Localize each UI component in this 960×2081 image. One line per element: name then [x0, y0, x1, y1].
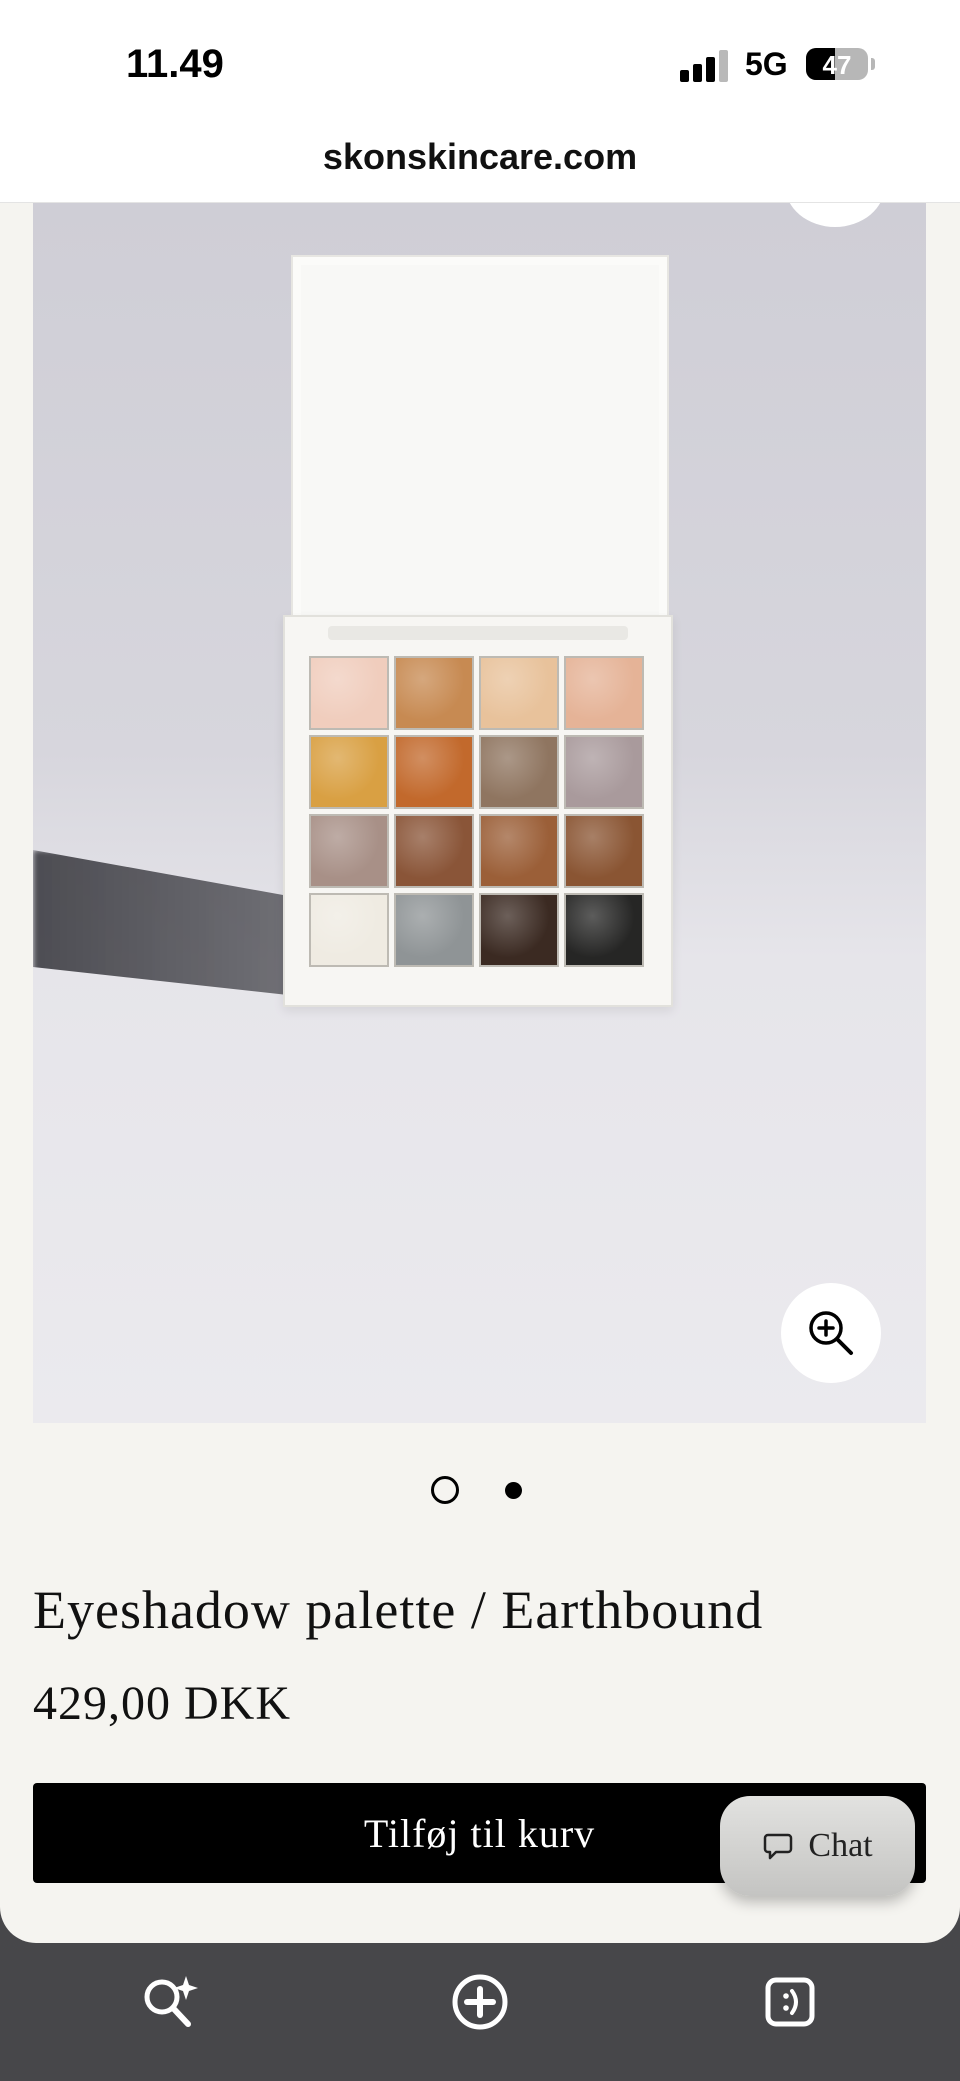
- product-price: 429,00 DKK: [33, 1677, 291, 1730]
- product-page: Eyeshadow palette / Earthbound 429,00 DK…: [0, 203, 960, 1943]
- palette-hinge: [328, 626, 628, 640]
- eyeshadow-pan: [479, 656, 559, 730]
- palette-lid: [291, 255, 669, 631]
- eyeshadow-pan: [309, 893, 389, 967]
- eyeshadow-pan: [394, 656, 474, 730]
- eyeshadow-pan: [394, 893, 474, 967]
- address-bar[interactable]: skonskincare.com: [0, 120, 960, 203]
- search-sparkle-icon: [144, 1976, 198, 2027]
- eyeshadow-pan: [564, 735, 644, 809]
- eyeshadow-pan: [564, 656, 644, 730]
- carousel-indicators: [0, 1473, 960, 1513]
- eyeshadow-pan: [309, 814, 389, 888]
- network-type: 5G: [745, 46, 788, 82]
- carousel-dot-2-active[interactable]: [505, 1482, 522, 1499]
- eyeshadow-pan: [394, 735, 474, 809]
- eyeshadow-pan: [479, 735, 559, 809]
- product-image[interactable]: [33, 203, 926, 1423]
- battery-percentage: 47: [822, 50, 852, 80]
- add-circle-icon: [452, 1974, 508, 2030]
- wishlist-button[interactable]: [785, 203, 885, 227]
- status-bar: 11.49 5G 47: [0, 0, 960, 120]
- tabs-button[interactable]: [758, 1970, 822, 2034]
- eyeshadow-pan: [564, 893, 644, 967]
- search-sparkle-button[interactable]: [138, 1970, 202, 2034]
- eyeshadow-pan: [479, 814, 559, 888]
- battery-icon: 47: [806, 48, 868, 80]
- signal-icon: [680, 50, 728, 82]
- product-title: Eyeshadow palette / Earthbound: [33, 1580, 764, 1640]
- new-tab-button[interactable]: [448, 1970, 512, 2034]
- chat-button[interactable]: Chat: [720, 1796, 915, 1896]
- chat-label: Chat: [808, 1827, 873, 1864]
- url-text[interactable]: skonskincare.com: [0, 136, 960, 178]
- eyeshadow-pans: [309, 656, 649, 974]
- battery-tip: [871, 58, 875, 70]
- eyeshadow-pan: [309, 656, 389, 730]
- carousel-dot-1[interactable]: [431, 1476, 459, 1504]
- zoom-button[interactable]: [781, 1283, 881, 1383]
- chat-bubble-icon: [764, 1833, 793, 1860]
- zoom-in-icon: [809, 1311, 853, 1355]
- tab-switcher-icon: [765, 1977, 815, 2027]
- eyeshadow-pan: [479, 893, 559, 967]
- eyeshadow-pan: [564, 814, 644, 888]
- eyeshadow-pan: [309, 735, 389, 809]
- status-time: 11.49: [126, 42, 224, 86]
- eyeshadow-pan: [394, 814, 474, 888]
